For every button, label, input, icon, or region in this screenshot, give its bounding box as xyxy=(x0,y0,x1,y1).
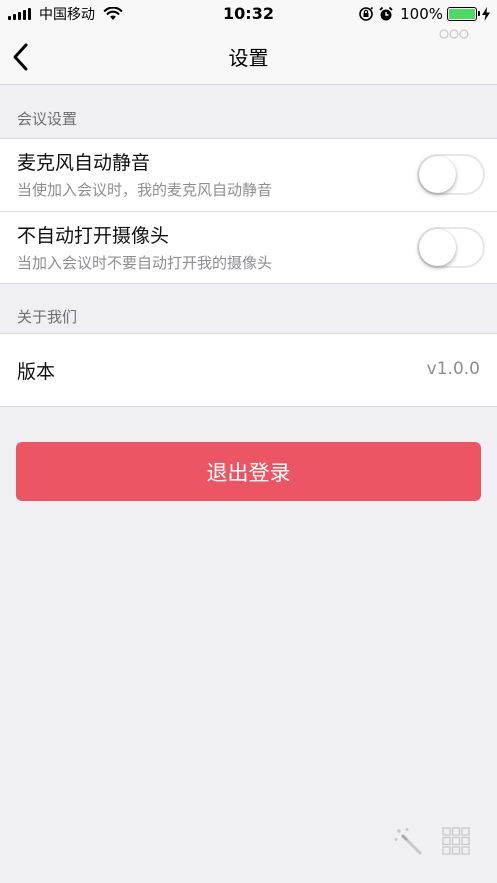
grid-icon[interactable] xyxy=(442,827,470,855)
charging-icon xyxy=(482,7,490,21)
magic-wand-icon[interactable] xyxy=(393,826,423,856)
setting-title: 麦克风自动静音 xyxy=(17,152,151,174)
chevron-left-icon[interactable] xyxy=(8,41,36,73)
logout-button[interactable]: 退出登录 xyxy=(16,442,481,501)
setting-subtitle: 当加入会议时不要自动打开我的摄像头 xyxy=(17,254,273,272)
more-dots-icon[interactable] xyxy=(439,28,469,40)
toggle-knob xyxy=(419,156,456,193)
battery-percent: 100% xyxy=(400,5,443,23)
page-title: 设置 xyxy=(228,46,269,70)
carrier-name: 中国移动 xyxy=(39,7,95,23)
battery-icon xyxy=(447,7,480,21)
section-header-about: 关于我们 xyxy=(0,283,497,336)
alarm-icon xyxy=(379,6,393,21)
status-right: 100% xyxy=(358,5,491,23)
camera-off-toggle[interactable] xyxy=(417,227,485,268)
setting-row-camera-off: 不自动打开摄像头 当加入会议时不要自动打开我的摄像头 xyxy=(0,211,497,283)
status-left: 中国移动 xyxy=(8,5,123,23)
setting-row-auto-mute: 麦克风自动静音 当使加入会议时，我的麦克风自动静音 xyxy=(0,139,497,211)
status-bar: 中国移动 10:32 100% xyxy=(0,0,497,28)
auto-mute-toggle[interactable] xyxy=(417,154,485,195)
section-header-label: 会议设置 xyxy=(17,110,78,128)
setting-subtitle: 当使加入会议时，我的麦克风自动静音 xyxy=(17,181,273,199)
signal-icon xyxy=(8,8,33,20)
navigation-bar: 设置 xyxy=(0,28,497,85)
version-label: 版本 xyxy=(17,361,56,383)
section-header-meeting: 会议设置 xyxy=(0,85,497,138)
wifi-icon xyxy=(103,7,123,20)
setting-title: 不自动打开摄像头 xyxy=(17,225,170,247)
version-value: v1.0.0 xyxy=(426,359,480,379)
about-group: 版本 v1.0.0 xyxy=(0,333,497,407)
orientation-lock-icon xyxy=(359,6,374,21)
version-row[interactable]: 版本 v1.0.0 xyxy=(0,334,497,406)
toggle-knob xyxy=(419,229,456,266)
section-header-label: 关于我们 xyxy=(17,308,78,326)
meeting-settings-group: 麦克风自动静音 当使加入会议时，我的麦克风自动静音 不自动打开摄像头 当加入会议… xyxy=(0,138,497,284)
